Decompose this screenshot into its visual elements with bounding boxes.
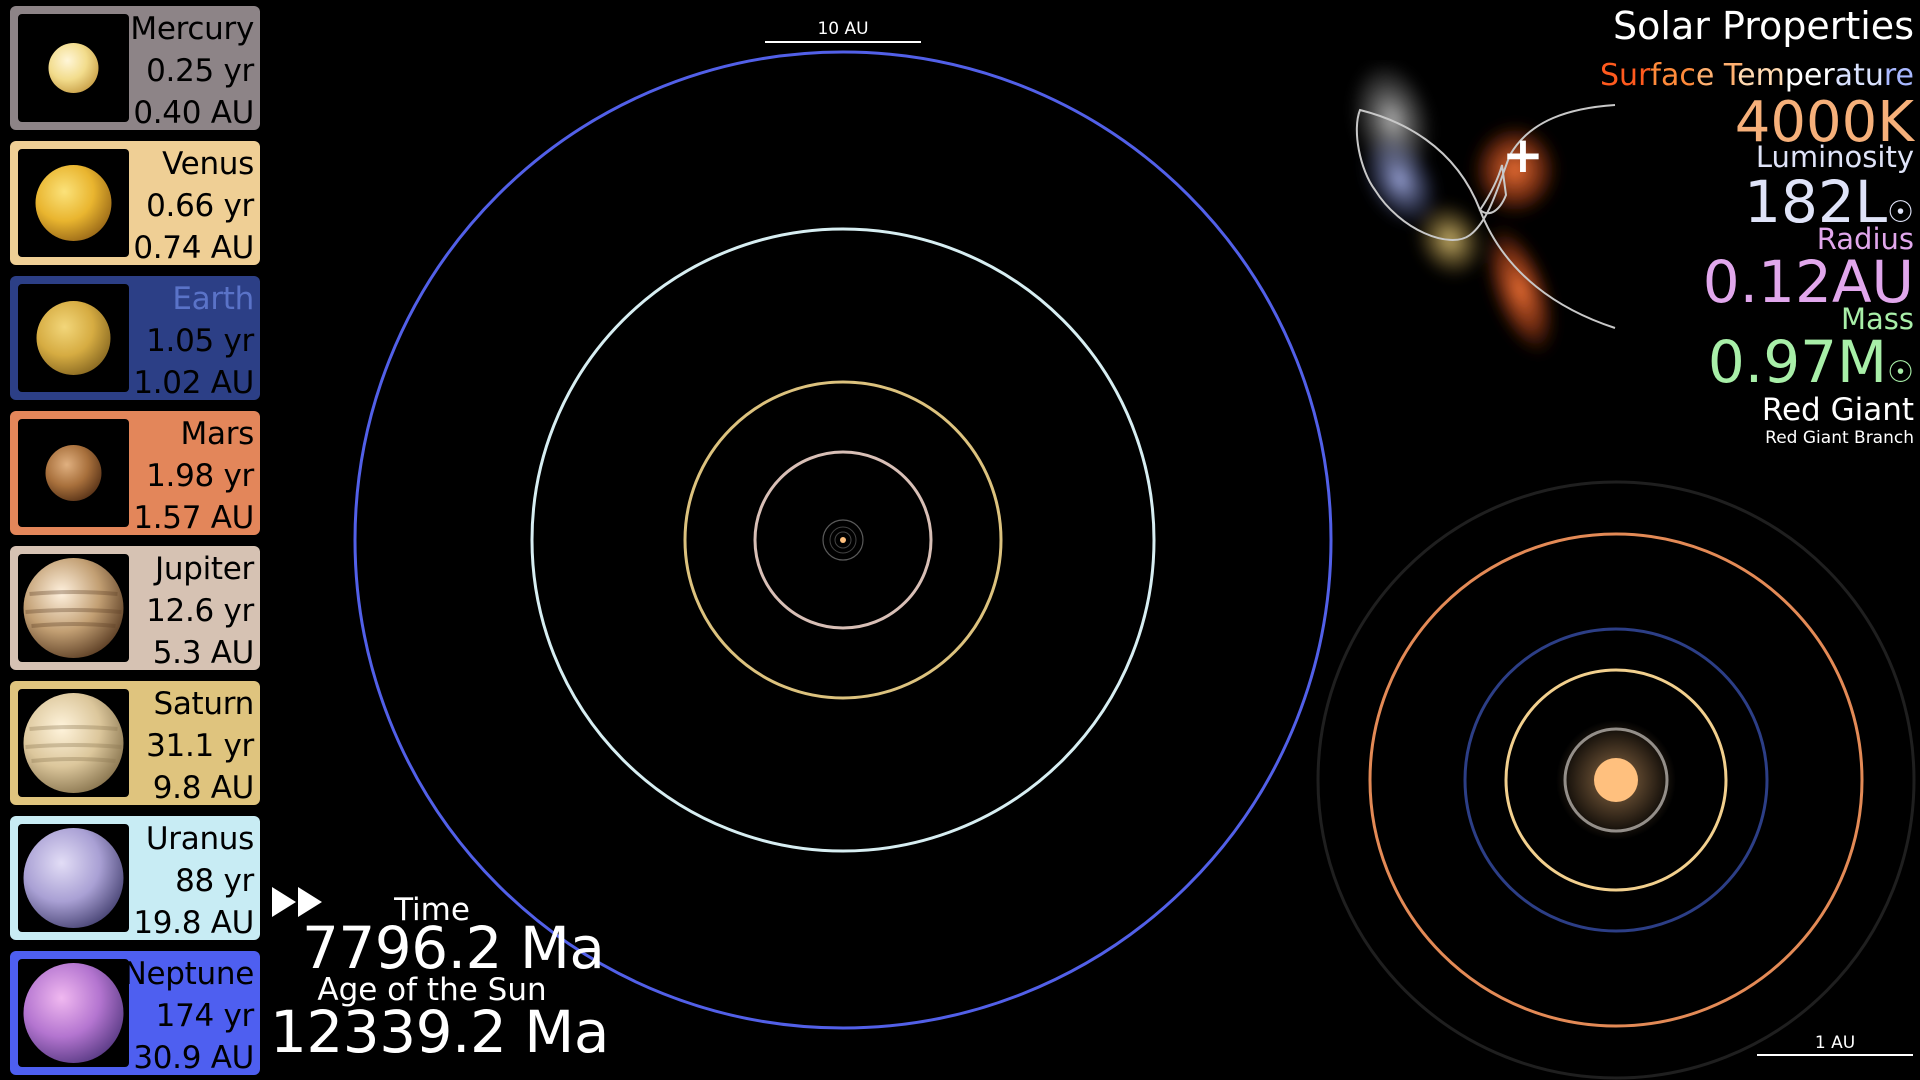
- planet-card-mercury[interactable]: Mercury 0.25 yr 0.40 AU: [10, 6, 260, 131]
- saturn-planet-icon: [23, 693, 124, 793]
- planet-name: Saturn: [153, 686, 254, 722]
- main-sun: [840, 537, 846, 543]
- planet-period: 1.98 yr: [146, 458, 254, 494]
- inner-scale-bar: [1757, 1054, 1913, 1056]
- planet-period: 88 yr: [175, 863, 254, 899]
- uranus-planet-icon: [23, 828, 124, 928]
- planet-name: Jupiter: [155, 551, 254, 587]
- planet-thumbnail: [18, 959, 129, 1067]
- planet-thumbnail: [18, 824, 129, 932]
- stellar-stage: Red Giant: [1761, 392, 1914, 428]
- planet-thumbnail: [18, 419, 129, 527]
- planet-period: 31.1 yr: [146, 728, 254, 764]
- mass-value: 0.97M☉: [1707, 328, 1914, 396]
- inner-orbit-ring: [1504, 668, 1728, 892]
- inner-orbit-ring: [1368, 532, 1864, 1028]
- inner-orbit-ring: [1563, 727, 1669, 833]
- inner-orbit-ring: [1463, 627, 1769, 933]
- planet-card-neptune[interactable]: Neptune 174 yr 30.9 AU: [10, 951, 260, 1076]
- planet-distance: 0.40 AU: [133, 95, 254, 131]
- planet-thumbnail: [18, 689, 129, 797]
- planet-name: Mars: [180, 416, 255, 452]
- venus-planet-icon: [35, 165, 112, 241]
- planet-distance: 1.57 AU: [133, 500, 254, 536]
- neptune-planet-icon: [23, 963, 124, 1063]
- hr-star-population: [1350, 61, 1560, 357]
- planet-card-uranus[interactable]: Uranus 88 yr 19.8 AU: [10, 816, 260, 941]
- planet-period: 174 yr: [155, 998, 255, 1034]
- planet-name: Earth: [172, 281, 254, 317]
- planet-card-mars[interactable]: Mars 1.98 yr 1.57 AU: [10, 411, 260, 536]
- main-orbit-ring: [822, 519, 864, 561]
- planet-distance: 30.9 AU: [133, 1040, 254, 1076]
- hr-diagram: +: [1350, 61, 1616, 357]
- planet-card-saturn[interactable]: Saturn 31.1 yr 9.8 AU: [10, 681, 260, 806]
- hr-current-marker: +: [1502, 126, 1544, 184]
- jupiter-planet-icon: [23, 558, 124, 658]
- planet-info: Uranus 88 yr 19.8 AU: [133, 818, 254, 944]
- main-orbit-ring: [683, 380, 1003, 700]
- main-scale-bar: [765, 41, 921, 43]
- solar-properties-title: Solar Properties: [1613, 4, 1914, 48]
- planet-info: Jupiter 12.6 yr 5.3 AU: [146, 548, 254, 674]
- main-orbit-ring: [753, 450, 933, 630]
- planet-info: Mars 1.98 yr 1.57 AU: [133, 413, 254, 539]
- planet-info: Neptune 174 yr 30.9 AU: [123, 953, 255, 1079]
- main-scale-label: 10 AU: [817, 19, 869, 39]
- sun: [1594, 758, 1638, 802]
- planet-thumbnail: [18, 14, 129, 122]
- age-value: 12339.2 Ma: [270, 998, 609, 1066]
- planet-name: Neptune: [123, 956, 255, 992]
- temperature-label: Surface Temperature: [1600, 58, 1914, 93]
- stellar-phase: Red Giant Branch: [1765, 428, 1914, 448]
- main-inner-orbit-ring: [834, 531, 852, 549]
- earth-planet-icon: [36, 301, 111, 375]
- planet-name: Mercury: [130, 11, 254, 47]
- planet-period: 1.05 yr: [146, 323, 254, 359]
- sun-glow: [1556, 720, 1676, 840]
- planet-period: 0.66 yr: [146, 188, 254, 224]
- mercury-planet-icon: [48, 43, 99, 93]
- planet-distance: 19.8 AU: [133, 905, 254, 941]
- planet-info: Earth 1.05 yr 1.02 AU: [133, 278, 254, 404]
- mars-planet-icon: [45, 445, 102, 501]
- planet-distance: 5.3 AU: [152, 635, 255, 671]
- planet-period: 12.6 yr: [146, 593, 254, 629]
- planet-distance: 9.8 AU: [152, 770, 255, 806]
- planet-name: Venus: [162, 146, 254, 182]
- inner-orbit-ring: [1316, 480, 1916, 1080]
- solar-symbol-icon: ☉: [1887, 355, 1914, 390]
- planet-period: 0.25 yr: [146, 53, 254, 89]
- main-orbit-ring: [530, 227, 1156, 853]
- planet-thumbnail: [18, 554, 129, 662]
- planet-distance: 1.02 AU: [133, 365, 254, 401]
- main-orbit-ring: [353, 50, 1333, 1030]
- planet-info: Venus 0.66 yr 0.74 AU: [133, 143, 254, 269]
- main-inner-orbit-ring: [829, 526, 857, 554]
- planet-info: Mercury 0.25 yr 0.40 AU: [130, 8, 254, 134]
- planet-card-venus[interactable]: Venus 0.66 yr 0.74 AU: [10, 141, 260, 266]
- planet-distance: 0.74 AU: [133, 230, 254, 266]
- planet-name: Uranus: [145, 821, 254, 857]
- planet-card-jupiter[interactable]: Jupiter 12.6 yr 5.3 AU: [10, 546, 260, 671]
- inner-scale-label: 1 AU: [1814, 1033, 1856, 1053]
- planet-card-earth[interactable]: Earth 1.05 yr 1.02 AU: [10, 276, 260, 401]
- planet-thumbnail: [18, 284, 129, 392]
- planet-thumbnail: [18, 149, 129, 257]
- planet-info: Saturn 31.1 yr 9.8 AU: [146, 683, 254, 809]
